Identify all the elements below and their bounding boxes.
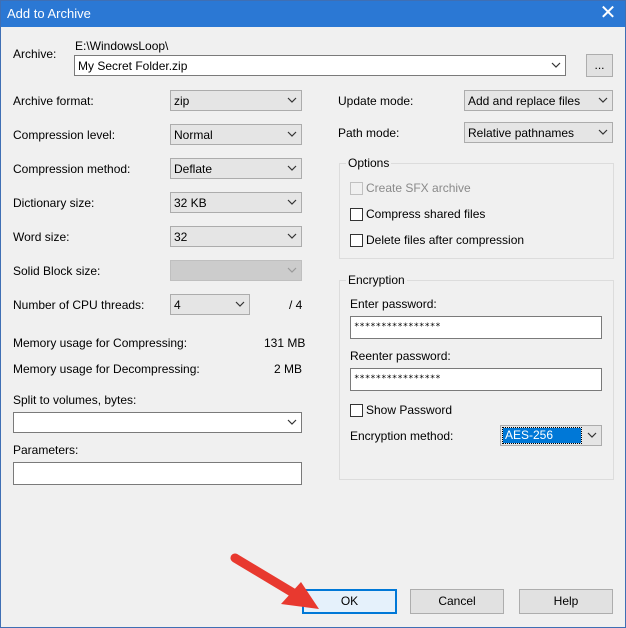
show-password-checkbox[interactable]	[350, 404, 363, 417]
archive-format-value: zip	[174, 94, 190, 108]
chevron-down-icon	[287, 95, 297, 105]
word-size-label: Word size:	[13, 230, 70, 244]
compression-level-select[interactable]: Normal	[170, 124, 302, 145]
red-arrow-annotation	[230, 553, 319, 609]
chevron-down-icon	[598, 127, 608, 137]
encryption-legend: Encryption	[346, 273, 407, 287]
delete-after-label: Delete files after compression	[366, 233, 525, 247]
mem-compress-value: 131 MB	[264, 336, 306, 350]
show-password-label: Show Password	[366, 403, 453, 417]
path-mode-select[interactable]: Relative pathnames	[464, 122, 613, 143]
path-mode-label: Path mode:	[338, 126, 400, 140]
window-title: Add to Archive	[7, 6, 91, 21]
encryption-method-label: Encryption method:	[350, 429, 454, 443]
update-mode-label: Update mode:	[338, 94, 414, 108]
chevron-down-icon	[287, 417, 297, 427]
cpu-threads-select[interactable]: 4	[170, 294, 250, 315]
cancel-button[interactable]: Cancel	[410, 589, 504, 614]
compression-method-select[interactable]: Deflate	[170, 158, 302, 179]
update-mode-value: Add and replace files	[468, 94, 581, 108]
path-mode-value: Relative pathnames	[468, 126, 575, 140]
chevron-down-icon	[551, 60, 561, 70]
chevron-down-icon	[287, 163, 297, 173]
options-legend: Options	[346, 156, 392, 170]
reenter-password-input[interactable]: ****************	[350, 368, 602, 391]
dictionary-size-select[interactable]: 32 KB	[170, 192, 302, 213]
chevron-down-icon	[287, 197, 297, 207]
word-size-value: 32	[174, 230, 188, 244]
solid-block-label: Solid Block size:	[13, 264, 101, 278]
browse-button[interactable]: ...	[586, 54, 613, 77]
archive-filename-combo[interactable]: My Secret Folder.zip	[74, 55, 566, 76]
mem-decompress-label: Memory usage for Decompressing:	[13, 362, 200, 376]
chevron-down-icon	[287, 265, 297, 275]
compression-level-value: Normal	[174, 128, 213, 142]
archive-filename-value: My Secret Folder.zip	[78, 59, 188, 73]
solid-block-select	[170, 260, 302, 281]
compress-shared-label: Compress shared files	[366, 207, 486, 221]
chevron-down-icon	[235, 299, 245, 309]
chevron-down-icon	[287, 231, 297, 241]
enter-password-label: Enter password:	[350, 297, 437, 311]
archive-format-select[interactable]: zip	[170, 90, 302, 111]
reenter-password-label: Reenter password:	[350, 349, 451, 363]
chevron-down-icon	[598, 95, 608, 105]
compression-level-label: Compression level:	[13, 128, 116, 142]
title-bar: Add to Archive ✕	[1, 1, 625, 27]
enter-password-value: ****************	[354, 322, 441, 332]
encryption-method-value: AES-256	[502, 427, 582, 444]
delete-after-checkbox[interactable]	[350, 234, 363, 247]
close-icon[interactable]: ✕	[591, 1, 625, 27]
archive-path: E:\WindowsLoop\	[75, 39, 169, 53]
mem-compress-label: Memory usage for Compressing:	[13, 336, 188, 350]
reenter-password-value: ****************	[354, 374, 441, 384]
mem-decompress-value: 2 MB	[273, 362, 302, 376]
word-size-select[interactable]: 32	[170, 226, 302, 247]
compress-shared-checkbox[interactable]	[350, 208, 363, 221]
chevron-down-icon	[587, 430, 597, 440]
create-sfx-label: Create SFX archive	[366, 181, 471, 195]
archive-label: Archive:	[13, 47, 57, 61]
parameters-label: Parameters:	[13, 443, 79, 457]
chevron-down-icon	[287, 129, 297, 139]
split-volumes-combo[interactable]	[13, 412, 302, 433]
dictionary-size-value: 32 KB	[174, 196, 207, 210]
compression-method-value: Deflate	[174, 162, 213, 176]
compression-method-label: Compression method:	[13, 162, 131, 176]
enter-password-input[interactable]: ****************	[350, 316, 602, 339]
add-to-archive-dialog: Add to Archive ✕ Archive: E:\WindowsLoop…	[0, 0, 626, 628]
cpu-threads-label: Number of CPU threads:	[13, 298, 145, 312]
cpu-threads-value: 4	[174, 298, 181, 312]
help-button[interactable]: Help	[519, 589, 613, 614]
cpu-threads-total: / 4	[289, 298, 303, 312]
create-sfx-checkbox	[350, 182, 363, 195]
parameters-input[interactable]	[13, 462, 302, 485]
split-volumes-label: Split to volumes, bytes:	[13, 393, 137, 407]
encryption-method-select[interactable]: AES-256	[500, 425, 602, 446]
dictionary-size-label: Dictionary size:	[13, 196, 95, 210]
update-mode-select[interactable]: Add and replace files	[464, 90, 613, 111]
archive-format-label: Archive format:	[13, 94, 94, 108]
